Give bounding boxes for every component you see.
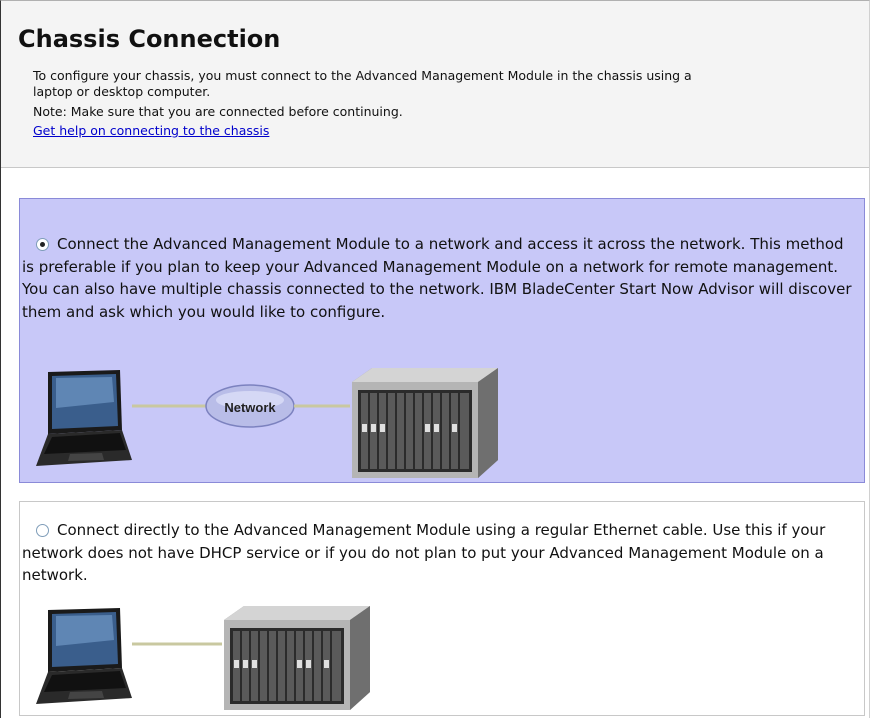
direct-connection-illustration <box>36 606 370 710</box>
bladecenter-chassis-icon <box>352 368 498 478</box>
network-option-text: Connect the Advanced Management Module t… <box>22 233 857 323</box>
direct-option-label: Connect directly to the Advanced Managem… <box>22 521 826 584</box>
laptop-icon <box>36 370 132 466</box>
connection-note: Note: Make sure that you are connected b… <box>33 104 403 119</box>
network-option-label: Connect the Advanced Management Module t… <box>22 235 852 321</box>
network-connection-illustration: Network <box>36 368 498 478</box>
network-label: Network <box>224 400 276 415</box>
description-line-2: laptop or desktop computer. <box>33 84 211 99</box>
direct-option-text: Connect directly to the Advanced Managem… <box>22 519 857 587</box>
help-connecting-link[interactable]: Get help on connecting to the chassis <box>33 123 269 139</box>
description-line-1: To configure your chassis, you must conn… <box>33 68 692 83</box>
bladecenter-chassis-icon <box>224 606 370 710</box>
network-option-radio[interactable] <box>36 238 49 251</box>
direct-connection-option[interactable]: Connect directly to the Advanced Managem… <box>19 501 865 716</box>
laptop-icon <box>36 608 132 704</box>
page-title: Chassis Connection <box>18 25 281 53</box>
page-header: Chassis Connection To configure your cha… <box>1 1 869 168</box>
direct-option-radio[interactable] <box>36 524 49 537</box>
chassis-connection-window: Chassis Connection To configure your cha… <box>0 0 870 718</box>
network-connection-option[interactable]: Connect the Advanced Management Module t… <box>19 198 865 483</box>
network-cloud-icon: Network <box>205 384 295 428</box>
